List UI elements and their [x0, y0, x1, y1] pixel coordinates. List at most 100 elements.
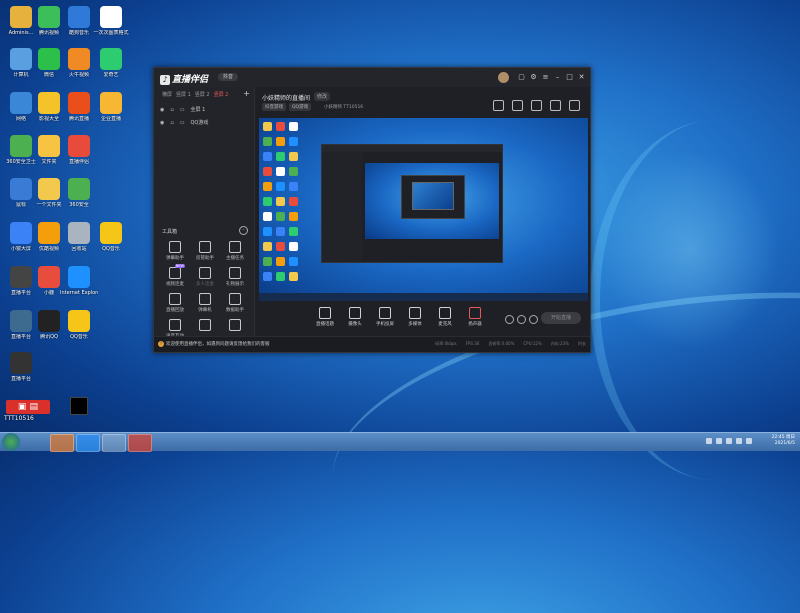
tool-label: 弹幕机: [198, 308, 212, 313]
tool-icon: [169, 319, 181, 331]
taskbar-app-qq[interactable]: [102, 434, 126, 452]
tool-item[interactable]: 数据助手: [220, 293, 250, 313]
topic-button[interactable]: 直播话题: [311, 306, 339, 327]
tool-label: 数据助手: [226, 308, 244, 313]
tool-item[interactable]: 直播回放: [160, 293, 190, 313]
clock[interactable]: 22:45 周日 2021/6/5: [772, 435, 795, 447]
source-item[interactable]: ◉ ▫ ▭ 全屏 1: [160, 106, 205, 114]
tool-icon: [229, 319, 241, 331]
screenshot-icon[interactable]: [493, 100, 504, 111]
avatar[interactable]: [498, 72, 509, 83]
ie-icon: [68, 266, 90, 288]
speaker-button[interactable]: 扬声器: [461, 306, 489, 327]
tool-item[interactable]: 房管助手: [190, 241, 220, 261]
minimize-icon[interactable]: –: [553, 73, 562, 82]
app-icon: [38, 266, 60, 288]
toolbox-grid: 弹幕助手房管助手主播任务视频连麦NEW多人连麦礼物展示直播回放弹幕机数据助手语音…: [160, 241, 250, 339]
desktop-icon[interactable]: 企业直播: [92, 92, 130, 122]
eye-icon[interactable]: ◉: [160, 120, 164, 126]
tool-item[interactable]: 弹幕助手: [160, 241, 190, 261]
settings-icon[interactable]: ⚙: [529, 73, 538, 82]
gift-icon[interactable]: [531, 100, 542, 111]
tool-item[interactable]: 弹幕机: [190, 293, 220, 313]
desktop-icon[interactable]: 爱奇艺: [92, 48, 130, 78]
taskbar-app-live[interactable]: [128, 434, 152, 452]
tab-scene-2[interactable]: 竖屏 1: [176, 91, 191, 98]
taskbar-app-kugou[interactable]: [76, 434, 100, 452]
tool-item[interactable]: 礼物展示: [220, 267, 250, 287]
desktop-icon[interactable]: Internet Explorer: [60, 266, 98, 296]
preview-app-icon: [289, 272, 298, 281]
effects-icon[interactable]: [517, 315, 526, 324]
preview-app-icon: [289, 212, 298, 221]
tool-item[interactable]: 视频连麦 NEW: [160, 264, 190, 287]
media-button[interactable]: 多媒体: [401, 306, 429, 327]
category-chip[interactable]: 抖音游戏: [262, 103, 286, 111]
desktop-icon[interactable]: 一次次图表格式: [92, 6, 130, 36]
lock-icon[interactable]: ▫: [170, 120, 173, 126]
source-item[interactable]: ◉ ▫ ▭ QQ游戏: [160, 119, 208, 127]
camera-button[interactable]: 摄像头: [341, 306, 369, 327]
status-bar: ! 欢迎使用直播伴侣，如遇到问题请反馈给我们的客服 码率:0kbps FPS:30…: [154, 336, 590, 352]
preview-app-icon: [289, 167, 298, 176]
stat-item: FPS:30: [465, 341, 480, 346]
edit-room-button[interactable]: 修改: [314, 92, 331, 101]
message-icon[interactable]: ▢: [517, 73, 526, 82]
tray-icon[interactable]: [706, 438, 712, 444]
settings-icon[interactable]: [529, 315, 538, 324]
desktop-icon-label: 直播平台: [10, 376, 31, 382]
live-companion-window: ♪ 直播伴侣 抖音 ▢ ⚙ ≡ – □ ✕ 横屏 竖屏 1 竖屏 2 竖屏 2 +…: [153, 67, 591, 353]
lock-icon[interactable]: ▫: [170, 107, 173, 113]
tool-item[interactable]: 多人连麦: [190, 267, 220, 287]
camera-icon: [349, 307, 361, 319]
recycle-bin-icon: [68, 222, 90, 244]
window-controls: ▢ ⚙ ≡ – □ ✕: [498, 72, 586, 83]
close-icon[interactable]: ✕: [577, 73, 586, 82]
record-icon[interactable]: [505, 315, 514, 324]
desktop-icon[interactable]: QQ音乐: [92, 222, 130, 252]
lock-icon[interactable]: [512, 100, 523, 111]
share-icon[interactable]: [569, 100, 580, 111]
black-square-icon[interactable]: [70, 397, 88, 415]
menu-icon[interactable]: ≡: [541, 73, 550, 82]
toolbar-label: 手机投屏: [376, 322, 394, 327]
preview-app-icon: [289, 257, 298, 266]
tool-icon: [169, 241, 181, 253]
collapse-icon[interactable]: –: [239, 226, 248, 235]
add-scene-icon[interactable]: +: [243, 89, 250, 98]
version-badge[interactable]: 抖音: [218, 73, 238, 81]
tool-label: 多人连麦: [196, 282, 214, 287]
category-chip[interactable]: QQ游戏: [289, 103, 312, 111]
wallpaper-swoosh: [590, 120, 800, 480]
preview-app-icon: [263, 122, 272, 131]
tab-scene-4[interactable]: 竖屏 2: [214, 91, 229, 98]
stream-preview[interactable]: [259, 118, 588, 301]
flag-icon[interactable]: [746, 438, 752, 444]
desktop-icon[interactable]: 直播平台: [2, 352, 40, 382]
header-actions: [493, 100, 580, 111]
start-live-button[interactable]: 开始直播: [541, 312, 581, 324]
start-button[interactable]: [2, 433, 20, 451]
tray-icon[interactable]: [716, 438, 722, 444]
security-icon: [68, 178, 90, 200]
tool-item[interactable]: 主播任务: [220, 241, 250, 261]
taskbar: 22:45 周日 2021/6/5: [0, 432, 800, 452]
tab-scene-1[interactable]: 横屏: [162, 91, 172, 98]
preview-taskbar: [259, 293, 588, 301]
microphone-button[interactable]: 麦克风: [431, 306, 459, 327]
desktop-icon[interactable]: 360安全: [60, 178, 98, 208]
desktop-icon-label: Internet Explorer: [60, 290, 98, 296]
tool-label: 房管助手: [196, 256, 214, 261]
volume-icon[interactable]: [736, 438, 742, 444]
taskbar-app-folder[interactable]: [50, 434, 74, 452]
room-chips: 抖音游戏 QQ游戏: [262, 103, 312, 111]
eye-icon[interactable]: ◉: [160, 107, 164, 113]
title-bar[interactable]: ♪ 直播伴侣 抖音 ▢ ⚙ ≡ – □ ✕: [154, 68, 590, 87]
maximize-icon[interactable]: □: [565, 73, 574, 82]
tab-scene-3[interactable]: 竖屏 2: [195, 91, 210, 98]
desktop-icon[interactable]: 直播伴侣: [60, 135, 98, 165]
save-icon[interactable]: [550, 100, 561, 111]
desktop-icon[interactable]: QQ音乐: [60, 310, 98, 340]
network-icon[interactable]: [726, 438, 732, 444]
phone-cast-button[interactable]: 手机投屏: [371, 306, 399, 327]
